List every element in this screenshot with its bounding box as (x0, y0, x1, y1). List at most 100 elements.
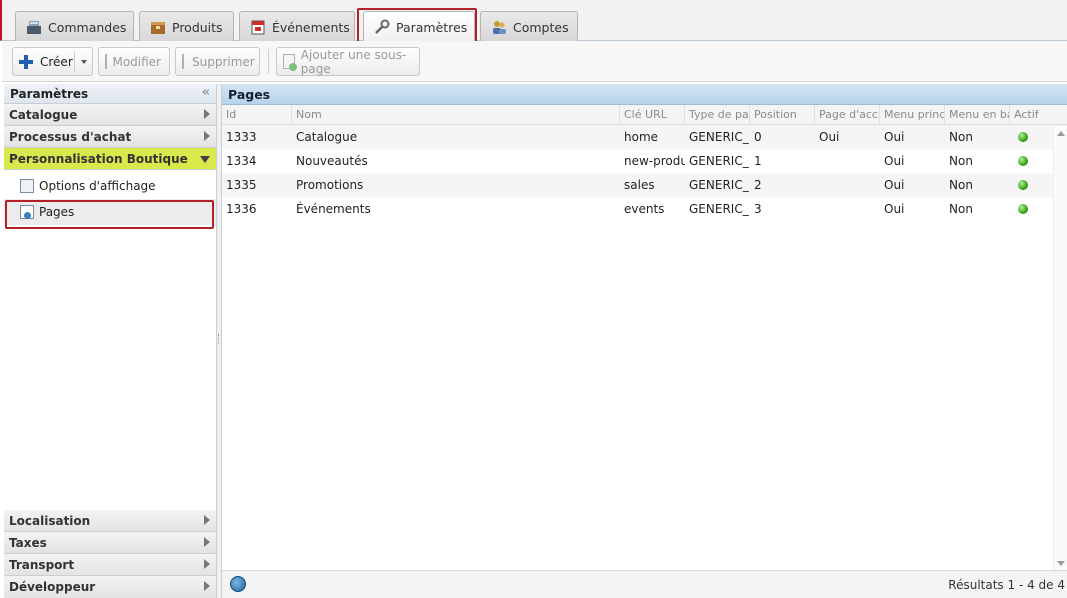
create-button[interactable]: Créer (12, 47, 93, 76)
section-label: Localisation (9, 513, 91, 528)
chevron-right-icon (204, 515, 210, 525)
table-cell-type: GENERIC_ (689, 178, 749, 192)
table-cell-menu-princ: Oui (884, 202, 905, 216)
table-row[interactable]: 1336 Événements events GENERIC_ 3 Oui Non (222, 197, 1067, 221)
column-header-menu-bas[interactable]: Menu en ba (945, 105, 1010, 125)
column-header-actif[interactable]: Actif (1010, 105, 1054, 125)
table-cell-position: 1 (754, 154, 762, 168)
sidebar-title: Paramètres (10, 86, 89, 101)
tab-produits[interactable]: Produits (139, 11, 234, 42)
grid-body: 1333 Catalogue home GENERIC_ 0 Oui Oui Non 1334 N… (222, 125, 1067, 221)
delete-button[interactable]: Supprimer (175, 47, 260, 76)
column-header-page-accueil[interactable]: Page d'accu (815, 105, 880, 125)
tab-parametres[interactable]: Paramètres (363, 11, 475, 42)
modify-button[interactable]: Modifier (98, 47, 170, 76)
toolbar-separator (268, 49, 269, 74)
table-cell-position: 0 (754, 130, 762, 144)
sidebar-item-options-affichage[interactable]: Options d'affichage (4, 173, 216, 199)
column-header-menu-principal[interactable]: Menu princi (880, 105, 945, 125)
tab-label: Commandes (48, 19, 127, 35)
scroll-up-icon[interactable] (1057, 131, 1065, 136)
sidebar-section-catalogue[interactable]: Catalogue (4, 104, 216, 126)
table-row[interactable]: 1334 Nouveautés new-produ GENERIC_ 1 Oui Non (222, 149, 1067, 173)
table-cell-position: 3 (754, 202, 762, 216)
sidebar-section-transport[interactable]: Transport (4, 554, 216, 576)
column-header-nom[interactable]: Nom (292, 105, 620, 125)
table-cell-id: 1333 (226, 130, 257, 144)
table-cell-type: GENERIC_ (689, 130, 749, 144)
tab-comptes[interactable]: Comptes (480, 11, 578, 42)
table-cell-type: GENERIC_ (689, 202, 749, 216)
tab-label: Événements (272, 19, 350, 35)
chevron-right-icon (204, 559, 210, 569)
table-cell-menu-princ: Oui (884, 154, 905, 168)
add-subpage-label: Ajouter une sous-page (300, 47, 407, 76)
table-cell-menu-bas: Non (949, 202, 973, 216)
table-cell-cle: events (624, 202, 665, 216)
table-cell-menu-bas: Non (949, 154, 973, 168)
table-cell-actif (1014, 197, 1054, 221)
table-cell-position: 2 (754, 178, 762, 192)
column-header-id[interactable]: Id (222, 105, 292, 125)
chevron-right-icon (204, 109, 210, 119)
grid-title: Pages (222, 84, 1067, 105)
active-status-icon (1018, 132, 1028, 142)
column-header-cle-url[interactable]: Clé URL (620, 105, 685, 125)
section-label: Processus d'achat (9, 129, 132, 144)
refresh-icon[interactable] (230, 576, 246, 592)
scroll-down-icon[interactable] (1057, 561, 1065, 566)
table-row[interactable]: 1333 Catalogue home GENERIC_ 0 Oui Oui Non (222, 125, 1067, 149)
add-subpage-button[interactable]: Ajouter une sous-page (276, 47, 420, 76)
table-cell-actif (1014, 149, 1054, 173)
table-cell-accueil: Oui (819, 130, 840, 144)
chevron-right-icon (204, 581, 210, 591)
table-cell-type: GENERIC_ (689, 154, 749, 168)
wrench-icon (374, 19, 390, 35)
sidebar-section-processus-achat[interactable]: Processus d'achat (4, 126, 216, 148)
page-icon (20, 205, 34, 219)
dropdown-separator (74, 51, 75, 72)
table-cell-accueil (815, 197, 880, 221)
trash-icon (182, 54, 184, 69)
grid-scrollbar[interactable] (1053, 126, 1067, 571)
users-icon (491, 19, 507, 35)
edit-icon (105, 54, 108, 69)
sidebar-item-pages[interactable]: Pages (4, 199, 216, 225)
toolbar: Créer Modifier Supprimer Ajouter une sou… (2, 41, 1067, 82)
tab-label: Comptes (513, 19, 569, 35)
sidebar-section-localisation[interactable]: Localisation (4, 510, 216, 532)
modify-label: Modifier (112, 54, 161, 69)
create-label: Créer (40, 54, 73, 69)
table-cell-cle: home (624, 130, 659, 144)
tab-commandes[interactable]: Commandes (15, 11, 134, 42)
display-options-icon (20, 179, 34, 193)
tab-label: Produits (172, 19, 223, 35)
main-tab-bar: Commandes Produits Événements Paramètres… (0, 0, 1067, 42)
add-page-icon (283, 54, 297, 71)
settings-sidebar: Paramètres « Catalogue Processus d'achat… (4, 84, 217, 598)
grid-column-headers: Id Nom Clé URL Type de pag Position Page… (222, 105, 1067, 125)
plus-icon (19, 54, 33, 69)
cash-register-icon (26, 19, 42, 35)
delete-label: Supprimer (192, 54, 255, 69)
column-header-type[interactable]: Type de pag (685, 105, 750, 125)
calendar-icon (250, 19, 266, 35)
chevron-down-icon[interactable] (81, 60, 87, 64)
table-cell-actif (1014, 173, 1054, 197)
results-count: Résultats 1 - 4 de 4 (948, 577, 1065, 592)
sidebar-section-taxes[interactable]: Taxes (4, 532, 216, 554)
table-cell-id: 1336 (226, 202, 257, 216)
table-cell-actif (1014, 125, 1054, 149)
tab-evenements[interactable]: Événements (239, 11, 355, 42)
box-icon (150, 19, 166, 35)
section-label: Taxes (9, 535, 47, 550)
collapse-icon[interactable]: « (202, 85, 210, 100)
tab-label: Paramètres (396, 19, 468, 35)
sidebar-header: Paramètres « (4, 84, 216, 104)
sidebar-section-personnalisation[interactable]: Personnalisation Boutique (4, 148, 216, 170)
sidebar-bottom-sections: Localisation Taxes Transport Développeur (4, 510, 216, 598)
sidebar-section-developpeur[interactable]: Développeur (4, 576, 216, 598)
table-cell-accueil (815, 173, 880, 197)
column-header-position[interactable]: Position (750, 105, 815, 125)
table-row[interactable]: 1335 Promotions sales GENERIC_ 2 Oui Non (222, 173, 1067, 197)
